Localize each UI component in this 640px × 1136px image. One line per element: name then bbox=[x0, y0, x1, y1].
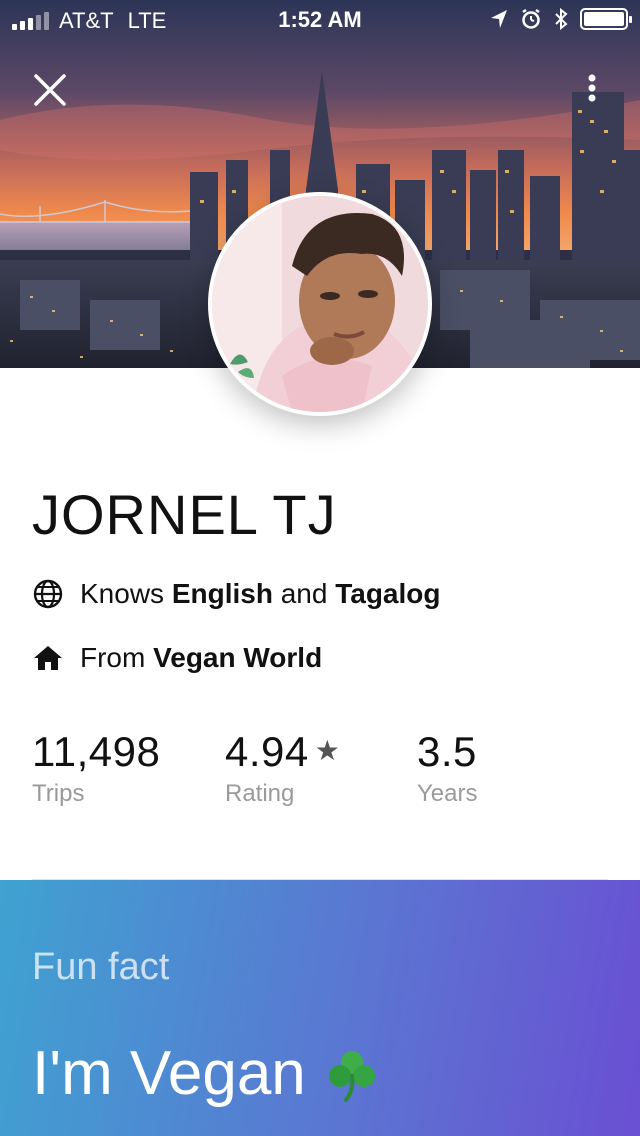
alarm-icon bbox=[522, 8, 540, 29]
stat-trips-label: Trips bbox=[32, 780, 85, 807]
languages-conjunction: and bbox=[272, 578, 336, 609]
driver-avatar bbox=[208, 192, 432, 416]
driver-name: JORNEL TJ bbox=[32, 483, 337, 546]
stat-rating-value: 4.94 bbox=[225, 728, 309, 775]
language-tagalog: Tagalog bbox=[335, 578, 441, 609]
fun-fact-card[interactable]: Fun fact I'm Vegan bbox=[0, 880, 640, 1136]
close-icon bbox=[34, 74, 66, 106]
battery-icon bbox=[580, 8, 632, 30]
fun-fact-text: I'm Vegan bbox=[32, 1039, 306, 1108]
driver-stats: 11,498 Trips 4.94 ★ Rating 3.5 Years bbox=[32, 728, 612, 828]
stat-years-label: Years bbox=[417, 780, 478, 807]
more-vertical-icon bbox=[588, 74, 596, 102]
hometown-prefix: From bbox=[80, 642, 154, 673]
fun-fact-label: Fun fact bbox=[32, 946, 170, 988]
bluetooth-icon bbox=[555, 8, 568, 30]
driver-photo bbox=[212, 196, 428, 412]
close-button[interactable] bbox=[30, 70, 70, 110]
star-icon: ★ bbox=[314, 735, 341, 766]
status-bar-right bbox=[490, 8, 632, 30]
stat-years-value: 3.5 bbox=[417, 728, 477, 775]
stat-trips-value: 11,498 bbox=[32, 728, 161, 775]
hometown-place: Vegan World bbox=[153, 642, 323, 673]
location-arrow-icon bbox=[491, 10, 507, 28]
home-icon bbox=[32, 642, 64, 674]
languages-prefix: Knows bbox=[80, 578, 172, 609]
stat-years: 3.5 Years bbox=[417, 728, 478, 808]
stat-trips: 11,498 Trips bbox=[32, 728, 160, 808]
stat-rating-value-row: 4.94 ★ bbox=[225, 728, 340, 776]
shamrock-icon bbox=[328, 1050, 375, 1102]
fun-fact-content: I'm Vegan bbox=[32, 1038, 380, 1109]
globe-icon bbox=[32, 578, 64, 610]
stat-rating-label: Rating bbox=[225, 780, 295, 807]
languages-row: Knows English and Tagalog bbox=[32, 578, 441, 610]
status-bar: AT&T LTE 1:52 AM bbox=[0, 0, 640, 40]
more-options-button[interactable] bbox=[578, 72, 606, 106]
hometown-row: From Vegan World bbox=[32, 642, 322, 674]
language-english: English bbox=[171, 578, 273, 609]
stat-rating: 4.94 ★ Rating bbox=[225, 728, 340, 808]
